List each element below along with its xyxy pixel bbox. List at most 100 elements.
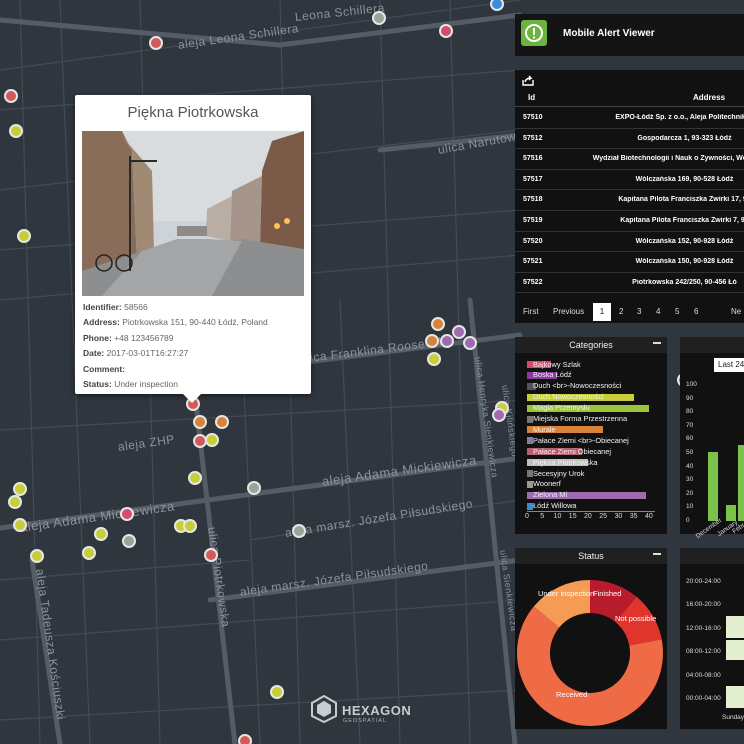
map-marker[interactable]	[431, 317, 445, 331]
map-marker[interactable]	[17, 229, 31, 243]
cell-address: Wydział Biotechnologii i Nauk o Żywności…	[592, 155, 744, 163]
map-marker[interactable]	[452, 325, 466, 339]
pager-page-4[interactable]: 4	[656, 307, 660, 316]
table-row[interactable]: 57522 Piotrkowska 242/250, 90-456 Łó	[515, 273, 744, 294]
map-marker[interactable]	[215, 415, 229, 429]
map-marker[interactable]	[463, 336, 477, 350]
map-marker[interactable]	[149, 36, 163, 50]
hours-y-tick: 04:00-08:00	[686, 671, 721, 679]
timeline-y-tick: 20	[686, 489, 694, 497]
table-row[interactable]: 57521 Wólczańska 150, 90-928 Łódź	[515, 252, 744, 273]
map-marker[interactable]	[193, 415, 207, 429]
table-row[interactable]: 57512 Gospodarcza 1, 93-323 Łódź	[515, 129, 744, 150]
map-marker[interactable]	[120, 507, 134, 521]
export-icon[interactable]	[522, 73, 534, 86]
pie-label-not-possible: Not possible	[615, 614, 657, 623]
pager-page-1[interactable]: 1	[593, 303, 611, 321]
popup-field-address: Address: Piotrkowska 151, 90-440 Łódź, P…	[83, 317, 268, 328]
map-marker[interactable]	[188, 471, 202, 485]
pager-page-5[interactable]: 5	[675, 307, 679, 316]
pager-next[interactable]: Ne	[731, 307, 741, 316]
alerts-table-panel: Id Address 57510 EXPO-Łódź Sp. z o.o., Al…	[515, 70, 744, 323]
hexagon-logo-sub: GEOSPATIAL	[343, 718, 388, 724]
hours-cell[interactable]	[726, 616, 744, 638]
map-marker[interactable]	[247, 481, 261, 495]
map-marker[interactable]	[13, 518, 27, 532]
categories-tick: 5	[540, 513, 545, 520]
timeline-range-dropdown[interactable]: Last 24	[714, 358, 744, 372]
categories-tick: 35	[629, 513, 638, 520]
map-marker[interactable]	[122, 534, 136, 548]
map-marker[interactable]	[270, 685, 284, 699]
timeline-y-tick: 40	[686, 462, 694, 470]
timeline-range-value: Last 24	[718, 360, 744, 369]
cell-address: Piotrkowska 242/250, 90-456 Łó	[632, 278, 737, 286]
status-panel-title: Status	[515, 548, 667, 564]
minimize-icon[interactable]	[653, 342, 661, 344]
map-marker[interactable]	[439, 24, 453, 38]
hexagon-logo-brand: HEXAGON	[342, 703, 412, 718]
timeline-y-tick: 30	[686, 476, 694, 484]
hexagon-logo: HEXAGON GEOSPATIAL	[310, 695, 420, 727]
pager-previous[interactable]: Previous	[553, 307, 584, 316]
cell-id: 57522	[523, 278, 543, 286]
map-marker[interactable]	[13, 482, 27, 496]
column-header-address[interactable]: Address	[693, 93, 725, 102]
categories-x-axis	[527, 511, 655, 512]
pager-page-2[interactable]: 2	[619, 307, 623, 316]
table-row[interactable]: 57516 Wydział Biotechnologii i Nauk o Żyw…	[515, 149, 744, 170]
cell-address: Wólczańska 152, 90-928 Łódź	[635, 237, 734, 245]
table-header: Id Address	[515, 88, 744, 107]
map-marker[interactable]	[238, 734, 252, 744]
map-marker[interactable]	[204, 548, 218, 562]
popup-field-identifier: Identifier: 58566	[83, 302, 148, 312]
minimize-icon[interactable]	[653, 553, 661, 555]
hours-panel: 20:00-24:00 16:00-20:00 12:00-16:00 08:00-1…	[680, 548, 744, 729]
cell-id: 57512	[523, 134, 543, 142]
category-label: Miejska Forma Przestrzenna	[533, 414, 628, 423]
popup-photo	[82, 131, 304, 296]
popup-field-status: Status: Under inspection	[83, 378, 178, 389]
table-row[interactable]: 57510 EXPO-Łódź Sp. z o.o., Aleja Politec…	[515, 108, 744, 129]
map-marker[interactable]	[94, 527, 108, 541]
app-header: Mobile Alert Viewer	[515, 14, 744, 56]
map-marker[interactable]	[82, 546, 96, 560]
timeline-y-tick: 70	[686, 421, 694, 429]
column-header-id[interactable]: Id	[528, 93, 535, 102]
pie-label-finished: Finished	[593, 589, 622, 598]
category-label: Boska Łódź	[533, 370, 572, 380]
timeline-y-tick: 90	[686, 394, 694, 402]
cell-id: 57519	[523, 217, 543, 224]
map-marker[interactable]	[205, 433, 219, 447]
timeline-bar[interactable]	[708, 451, 718, 521]
category-label: Duch Nowoczesności	[533, 392, 604, 402]
cell-address: Kapitana Pilota Franciszka Żwirki 17, 90	[618, 196, 744, 204]
map-marker[interactable]	[183, 519, 197, 533]
categories-panel-title: Categories	[515, 337, 667, 353]
map-marker[interactable]	[427, 352, 441, 366]
pager-page-3[interactable]: 3	[637, 307, 641, 316]
map-marker[interactable]	[292, 524, 306, 538]
map-marker[interactable]	[372, 11, 386, 25]
table-row[interactable]: 57517 Wólczańska 169, 90-528 Łódź	[515, 170, 744, 191]
map-marker[interactable]	[425, 334, 439, 348]
feature-popup: Piękna Piotrkowska Identifier: 58566 Add…	[75, 95, 311, 403]
pager-page-6[interactable]: 6	[694, 307, 698, 316]
hours-cell[interactable]	[726, 640, 744, 660]
timeline-y-tick: 80	[686, 408, 694, 416]
cell-id: 57520	[523, 237, 543, 245]
table-row[interactable]: 57520 Wólczańska 152, 90-928 Łódź	[515, 232, 744, 253]
map-marker[interactable]	[8, 495, 22, 509]
timeline-bar[interactable]	[738, 444, 744, 521]
map-marker[interactable]	[440, 334, 454, 348]
category-label: Łódź Willowa	[533, 501, 577, 511]
table-row[interactable]: 57519 Kapitana Pilota Franciszka Żwirki 7…	[515, 211, 744, 232]
map-marker[interactable]	[492, 408, 506, 422]
hours-cell[interactable]	[726, 686, 744, 708]
pager-first[interactable]: First	[523, 307, 539, 316]
map-marker[interactable]	[4, 89, 18, 103]
table-row[interactable]: 57518 Kapitana Pilota Franciszka Żwirki 1…	[515, 190, 744, 211]
map-marker[interactable]	[30, 549, 44, 563]
map-marker[interactable]	[9, 124, 23, 138]
categories-tick: 10	[553, 513, 562, 520]
